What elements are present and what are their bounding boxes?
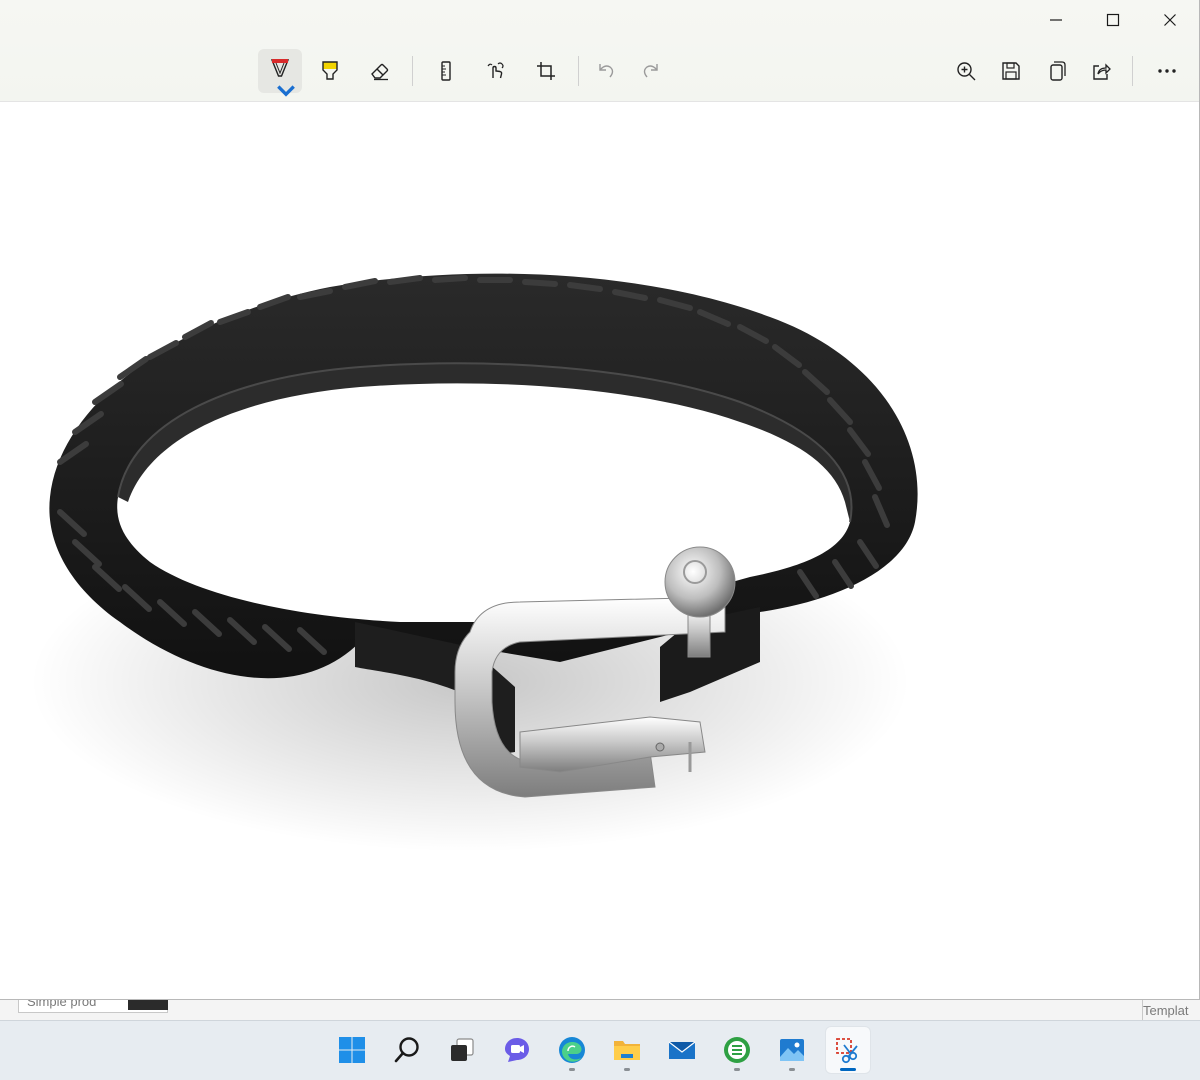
photos-icon [780,1039,804,1061]
chat-button[interactable] [495,1027,539,1073]
toolbar-divider [578,56,579,86]
edge-button[interactable] [550,1027,594,1073]
bracelet-image [30,273,918,852]
crop-icon [537,62,555,80]
edge-icon [559,1037,585,1063]
green-app-button[interactable] [715,1027,759,1073]
folder-icon [614,1041,640,1060]
maximize-icon [1106,13,1120,27]
touch-writing-icon [487,62,504,79]
close-icon [1164,14,1176,26]
touch-writing-button[interactable] [474,49,518,93]
title-bar [0,0,1199,102]
copy-button[interactable] [1034,49,1078,93]
zoom-button[interactable] [944,49,988,93]
undo-button[interactable] [584,49,628,93]
background-window-label: Templat [1142,1000,1200,1020]
toolbar-divider [1132,56,1133,86]
chevron-down-icon[interactable] [275,80,297,102]
eraser-button[interactable] [358,49,402,93]
crop-button[interactable] [524,49,568,93]
ballpoint-pen-button[interactable] [258,49,302,97]
minimize-button[interactable] [1028,0,1084,40]
file-explorer-button[interactable] [605,1027,649,1073]
ballpoint-pen-icon [270,59,290,77]
redo-icon [643,64,658,78]
minimize-icon [1050,19,1062,21]
highlighter-button[interactable] [308,49,352,93]
undo-icon [599,64,614,78]
eraser-icon [371,63,389,81]
task-view-button[interactable] [440,1027,484,1073]
search-icon [394,1037,419,1063]
redo-button[interactable] [629,49,673,93]
search-button[interactable] [385,1027,429,1073]
save-button[interactable] [989,49,1033,93]
green-circle-app-icon [724,1037,750,1063]
ruler-button[interactable] [424,49,468,93]
highlighter-icon [322,61,338,80]
toolbar-divider [412,56,413,86]
maximize-button[interactable] [1085,0,1141,40]
mail-icon [668,1041,696,1059]
snipping-tool-window [0,0,1200,1000]
chat-icon [505,1038,529,1062]
snip-canvas[interactable] [0,102,1199,999]
snipping-tool-button[interactable] [826,1027,870,1073]
windows-logo-icon [339,1037,365,1063]
ruler-icon [441,61,451,81]
active-indicator [840,1068,856,1071]
close-button[interactable] [1142,0,1198,40]
running-indicator [624,1068,630,1071]
background-window-shape [128,1000,168,1010]
share-button[interactable] [1079,49,1123,93]
running-indicator [734,1068,740,1071]
taskbar [0,1020,1200,1080]
mail-button[interactable] [660,1027,704,1073]
running-indicator [569,1068,575,1071]
photos-button[interactable] [770,1027,814,1073]
snipping-tool-icon [836,1038,858,1064]
task-view-icon [451,1038,474,1061]
more-icon [1158,69,1176,73]
copy-icon [1050,61,1066,81]
start-button[interactable] [330,1027,374,1073]
save-icon [1002,62,1020,80]
background-window-strip [0,1000,1200,1020]
share-icon [1093,63,1111,80]
running-indicator [789,1068,795,1071]
more-options-button[interactable] [1145,49,1189,93]
zoom-in-icon [957,62,976,81]
